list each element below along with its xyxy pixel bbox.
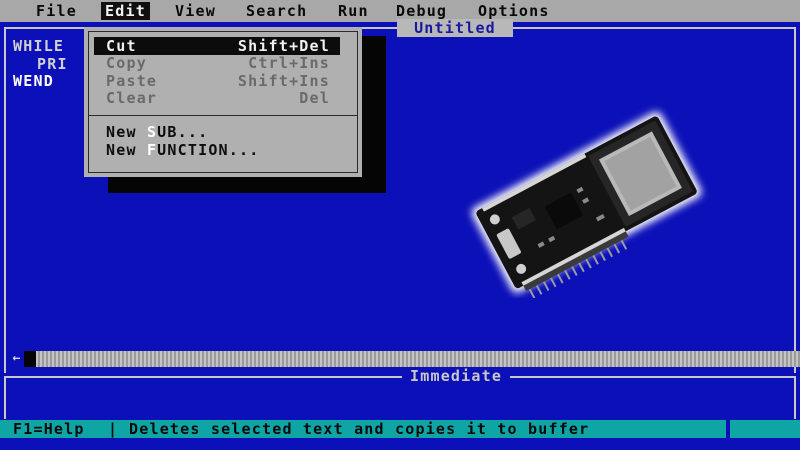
menu-item-new-sub[interactable]: New SUB... bbox=[94, 123, 340, 141]
menu-item-cut[interactable]: Cut Shift+Del bbox=[94, 37, 340, 55]
status-message: Deletes selected text and copies it to b… bbox=[129, 420, 590, 438]
status-bar: F1=Help | Deletes selected text and copi… bbox=[0, 420, 800, 438]
editor-title: Untitled bbox=[397, 19, 513, 37]
immediate-window[interactable] bbox=[4, 377, 796, 419]
code-line[interactable]: PRI bbox=[37, 55, 68, 73]
menu-item-new-function[interactable]: New FUNCTION... bbox=[94, 141, 340, 159]
hotkey-letter: S bbox=[146, 123, 158, 141]
menu-item-shortcut: Ctrl+Ins bbox=[248, 54, 330, 72]
horizontal-scrollbar[interactable] bbox=[10, 351, 800, 367]
menu-item-shortcut: Del bbox=[299, 89, 330, 107]
menu-item-label: New SUB... bbox=[106, 123, 208, 141]
code-line[interactable]: WEND bbox=[13, 72, 54, 90]
menu-item-label: Clear bbox=[106, 89, 158, 107]
edit-menu-dropdown: Cut Shift+Del Copy Ctrl+Ins Paste Shift+… bbox=[84, 27, 362, 177]
label-prefix: New bbox=[106, 141, 147, 159]
menu-item-label: Paste bbox=[106, 72, 158, 90]
menu-item-shortcut: Shift+Ins bbox=[237, 72, 330, 90]
bottom-band bbox=[0, 438, 800, 450]
label-rest: UNCTION... bbox=[157, 141, 260, 159]
label-prefix: New bbox=[106, 123, 147, 141]
menu-item-shortcut: Shift+Del bbox=[237, 37, 330, 55]
status-cell-divider bbox=[726, 420, 730, 438]
menu-run[interactable]: Run bbox=[338, 2, 369, 20]
label-rest: UB... bbox=[157, 123, 209, 141]
esp32-board-image bbox=[455, 98, 710, 299]
code-line[interactable]: WHILE bbox=[13, 37, 64, 55]
status-separator: | bbox=[108, 420, 119, 438]
menu-item-label: Cut bbox=[106, 37, 137, 55]
menu-file[interactable]: File bbox=[36, 2, 77, 20]
hotkey-letter: F bbox=[146, 141, 158, 159]
left-arrow-icon[interactable]: ← bbox=[10, 351, 24, 367]
scrollbar-thumb[interactable] bbox=[24, 351, 36, 367]
menu-item-clear: Clear Del bbox=[94, 89, 340, 107]
menu-options[interactable]: Options bbox=[478, 2, 550, 20]
menu-edit[interactable]: Edit bbox=[101, 2, 150, 20]
help-hint[interactable]: F1=Help bbox=[13, 420, 85, 438]
menu-item-copy: Copy Ctrl+Ins bbox=[94, 54, 340, 72]
menu-item-label: New FUNCTION... bbox=[106, 141, 259, 159]
menu-item-label: Copy bbox=[106, 54, 147, 72]
menu-search[interactable]: Search bbox=[246, 2, 307, 20]
menu-view[interactable]: View bbox=[175, 2, 216, 20]
menu-separator bbox=[88, 115, 358, 116]
menu-debug[interactable]: Debug bbox=[396, 2, 447, 20]
menu-item-paste: Paste Shift+Ins bbox=[94, 72, 340, 90]
